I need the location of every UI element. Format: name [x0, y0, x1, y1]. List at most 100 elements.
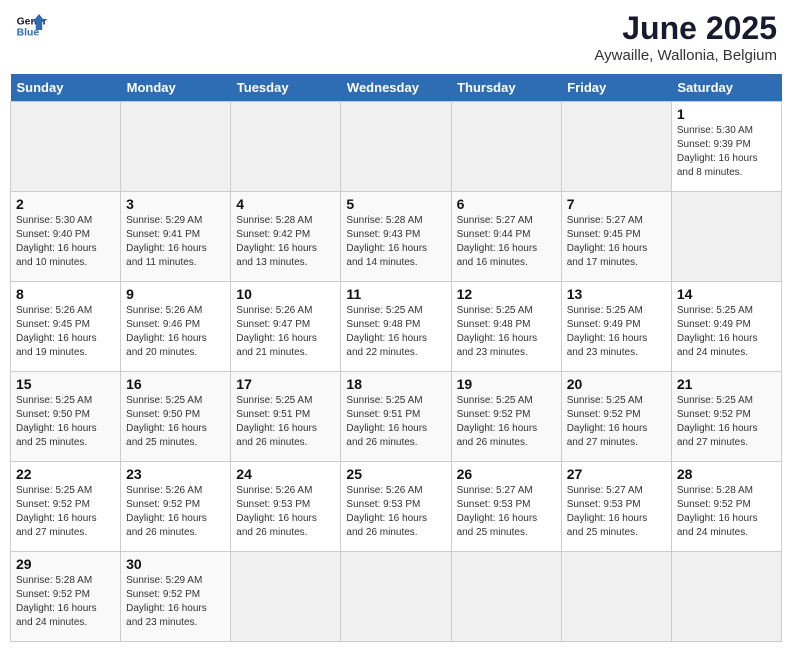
day-cell	[671, 192, 781, 282]
day-detail: Sunrise: 5:26 AMSunset: 9:52 PMDaylight:…	[126, 485, 207, 538]
day-cell: 30Sunrise: 5:29 AMSunset: 9:52 PMDayligh…	[121, 552, 231, 642]
day-number: 26	[457, 466, 556, 482]
empty-cell	[451, 102, 561, 192]
day-cell: 2 Sunrise: 5:30 AMSunset: 9:40 PMDaylight…	[11, 192, 121, 282]
empty-cell	[341, 102, 451, 192]
day-detail: Sunrise: 5:25 AMSunset: 9:52 PMDaylight:…	[457, 395, 538, 448]
week-row: 29Sunrise: 5:28 AMSunset: 9:52 PMDayligh…	[11, 552, 782, 642]
day-number: 22	[16, 466, 115, 482]
day-number: 5	[346, 196, 445, 212]
day-number: 28	[677, 466, 776, 482]
day-detail: Sunrise: 5:25 AMSunset: 9:48 PMDaylight:…	[346, 305, 427, 358]
week-row: 22Sunrise: 5:25 AMSunset: 9:52 PMDayligh…	[11, 462, 782, 552]
day-number: 15	[16, 376, 115, 392]
header: General Blue June 2025 Aywaille, Walloni…	[10, 10, 782, 64]
page-container: General Blue June 2025 Aywaille, Walloni…	[10, 10, 782, 642]
day-detail: Sunrise: 5:26 AMSunset: 9:53 PMDaylight:…	[236, 485, 317, 538]
day-cell: 12 Sunrise: 5:25 AMSunset: 9:48 PMDayligh…	[451, 282, 561, 372]
header-row: SundayMondayTuesdayWednesdayThursdayFrid…	[11, 74, 782, 102]
day-cell	[451, 552, 561, 642]
day-number: 8	[16, 286, 115, 302]
day-detail: Sunrise: 5:26 AMSunset: 9:53 PMDaylight:…	[346, 485, 427, 538]
day-number: 2	[16, 196, 115, 212]
day-cell	[561, 552, 671, 642]
day-number: 16	[126, 376, 225, 392]
day-detail: Sunrise: 5:25 AMSunset: 9:49 PMDaylight:…	[567, 305, 648, 358]
day-cell: 13 Sunrise: 5:25 AMSunset: 9:49 PMDayligh…	[561, 282, 671, 372]
day-cell: 7Sunrise: 5:27 AMSunset: 9:45 PMDaylight…	[561, 192, 671, 282]
day-detail: Sunrise: 5:25 AMSunset: 9:48 PMDaylight:…	[457, 305, 538, 358]
day-cell: 9 Sunrise: 5:26 AMSunset: 9:46 PMDaylight…	[121, 282, 231, 372]
day-number: 21	[677, 376, 776, 392]
day-detail: Sunrise: 5:26 AMSunset: 9:45 PMDaylight:…	[16, 305, 97, 358]
title-area: June 2025 Aywaille, Wallonia, Belgium	[594, 10, 777, 64]
day-cell: 6Sunrise: 5:27 AMSunset: 9:44 PMDaylight…	[451, 192, 561, 282]
day-cell	[341, 552, 451, 642]
empty-cell	[231, 102, 341, 192]
col-header-wednesday: Wednesday	[341, 74, 451, 102]
day-number: 1	[677, 106, 776, 122]
day-detail: Sunrise: 5:30 AMSunset: 9:40 PMDaylight:…	[16, 215, 97, 268]
logo: General Blue	[15, 10, 47, 42]
day-number: 25	[346, 466, 445, 482]
day-cell: 17Sunrise: 5:25 AMSunset: 9:51 PMDayligh…	[231, 372, 341, 462]
day-number: 11	[346, 286, 445, 302]
location-title: Aywaille, Wallonia, Belgium	[594, 47, 777, 64]
week-row: 1 Sunrise: 5:30 AMSunset: 9:39 PMDaylight…	[11, 102, 782, 192]
day-number: 19	[457, 376, 556, 392]
calendar-table: SundayMondayTuesdayWednesdayThursdayFrid…	[10, 74, 782, 642]
day-detail: Sunrise: 5:27 AMSunset: 9:44 PMDaylight:…	[457, 215, 538, 268]
col-header-saturday: Saturday	[671, 74, 781, 102]
day-cell: 3Sunrise: 5:29 AMSunset: 9:41 PMDaylight…	[121, 192, 231, 282]
day-number: 10	[236, 286, 335, 302]
day-cell: 28Sunrise: 5:28 AMSunset: 9:52 PMDayligh…	[671, 462, 781, 552]
day-cell: 20Sunrise: 5:25 AMSunset: 9:52 PMDayligh…	[561, 372, 671, 462]
col-header-monday: Monday	[121, 74, 231, 102]
week-row: 2 Sunrise: 5:30 AMSunset: 9:40 PMDaylight…	[11, 192, 782, 282]
week-row: 8 Sunrise: 5:26 AMSunset: 9:45 PMDaylight…	[11, 282, 782, 372]
day-number: 24	[236, 466, 335, 482]
day-cell: 27Sunrise: 5:27 AMSunset: 9:53 PMDayligh…	[561, 462, 671, 552]
day-cell: 22Sunrise: 5:25 AMSunset: 9:52 PMDayligh…	[11, 462, 121, 552]
col-header-thursday: Thursday	[451, 74, 561, 102]
month-title: June 2025	[594, 10, 777, 47]
day-cell: 29Sunrise: 5:28 AMSunset: 9:52 PMDayligh…	[11, 552, 121, 642]
day-cell: 16 Sunrise: 5:25 AMSunset: 9:50 PMDayligh…	[121, 372, 231, 462]
day-number: 30	[126, 556, 225, 572]
day-number: 9	[126, 286, 225, 302]
day-detail: Sunrise: 5:25 AMSunset: 9:51 PMDaylight:…	[236, 395, 317, 448]
week-row: 15 Sunrise: 5:25 AMSunset: 9:50 PMDayligh…	[11, 372, 782, 462]
day-cell: 15 Sunrise: 5:25 AMSunset: 9:50 PMDayligh…	[11, 372, 121, 462]
day-cell: 8 Sunrise: 5:26 AMSunset: 9:45 PMDaylight…	[11, 282, 121, 372]
day-detail: Sunrise: 5:25 AMSunset: 9:51 PMDaylight:…	[346, 395, 427, 448]
day-detail: Sunrise: 5:30 AMSunset: 9:39 PMDaylight:…	[677, 125, 758, 178]
day-number: 7	[567, 196, 666, 212]
day-detail: Sunrise: 5:25 AMSunset: 9:50 PMDaylight:…	[16, 395, 97, 448]
day-number: 18	[346, 376, 445, 392]
day-detail: Sunrise: 5:25 AMSunset: 9:49 PMDaylight:…	[677, 305, 758, 358]
day-detail: Sunrise: 5:26 AMSunset: 9:46 PMDaylight:…	[126, 305, 207, 358]
day-detail: Sunrise: 5:25 AMSunset: 9:50 PMDaylight:…	[126, 395, 207, 448]
col-header-sunday: Sunday	[11, 74, 121, 102]
day-cell: 26 Sunrise: 5:27 AMSunset: 9:53 PMDayligh…	[451, 462, 561, 552]
day-cell: 24 Sunrise: 5:26 AMSunset: 9:53 PMDayligh…	[231, 462, 341, 552]
day-cell: 18 Sunrise: 5:25 AMSunset: 9:51 PMDayligh…	[341, 372, 451, 462]
day-number: 12	[457, 286, 556, 302]
logo-icon: General Blue	[15, 10, 47, 42]
day-number: 13	[567, 286, 666, 302]
day-detail: Sunrise: 5:27 AMSunset: 9:53 PMDaylight:…	[457, 485, 538, 538]
empty-cell	[121, 102, 231, 192]
col-header-tuesday: Tuesday	[231, 74, 341, 102]
day-cell: 5Sunrise: 5:28 AMSunset: 9:43 PMDaylight…	[341, 192, 451, 282]
day-detail: Sunrise: 5:25 AMSunset: 9:52 PMDaylight:…	[677, 395, 758, 448]
empty-cell	[561, 102, 671, 192]
day-cell: 23 Sunrise: 5:26 AMSunset: 9:52 PMDayligh…	[121, 462, 231, 552]
day-cell: 25 Sunrise: 5:26 AMSunset: 9:53 PMDayligh…	[341, 462, 451, 552]
day-number: 23	[126, 466, 225, 482]
day-detail: Sunrise: 5:25 AMSunset: 9:52 PMDaylight:…	[567, 395, 648, 448]
day-number: 27	[567, 466, 666, 482]
day-number: 4	[236, 196, 335, 212]
day-detail: Sunrise: 5:28 AMSunset: 9:52 PMDaylight:…	[16, 575, 97, 628]
day-cell	[231, 552, 341, 642]
empty-cell	[11, 102, 121, 192]
